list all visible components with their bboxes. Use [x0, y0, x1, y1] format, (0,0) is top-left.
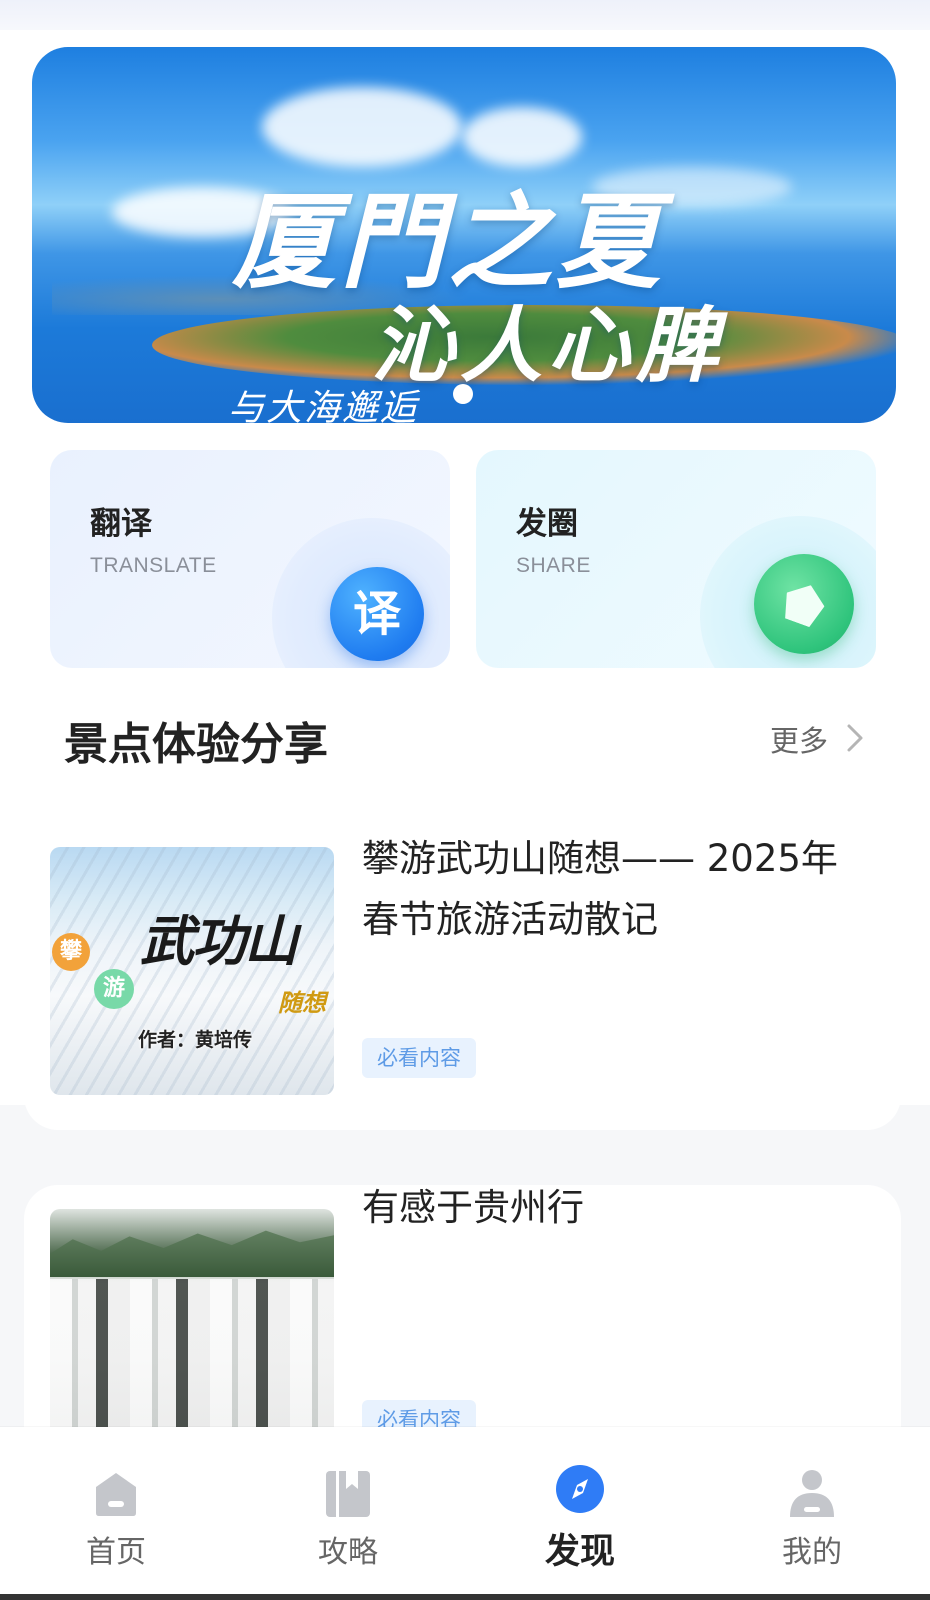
article-tag: 必看内容	[362, 1038, 476, 1078]
translate-subtitle: TRANSLATE	[90, 554, 217, 577]
bottom-navigation: 首页 攻略 发现 我的	[0, 1427, 930, 1594]
article-thumbnail: 攀 游 武功山 随想 作者：黄培传	[50, 847, 334, 1095]
thumbnail-badge: 游	[94, 969, 134, 1009]
nav-label: 首页	[86, 1535, 146, 1570]
article-thumbnail	[50, 1209, 334, 1457]
nav-item-guide[interactable]: 攻略	[232, 1427, 464, 1594]
nav-label: 攻略	[318, 1535, 378, 1570]
promo-banner[interactable]: 厦門之夏 沁人心脾 与大海邂逅	[32, 47, 896, 423]
article-title: 攀游武功山随想—— 2025年春节旅游活动散记	[362, 837, 838, 941]
more-link[interactable]: 更多	[770, 718, 828, 760]
thumbnail-title: 武功山	[140, 909, 298, 973]
thumbnail-trees	[50, 1230, 334, 1277]
thumbnail-subtitle: 随想	[278, 988, 326, 1017]
share-title: 发圈	[516, 506, 578, 542]
nav-label: 发现	[544, 1532, 615, 1572]
chevron-right-icon[interactable]	[844, 722, 866, 754]
translate-icon: 译	[330, 567, 424, 661]
nav-item-home[interactable]: 首页	[0, 1427, 232, 1594]
camera-aperture-icon	[754, 554, 854, 654]
nav-label: 我的	[782, 1535, 842, 1570]
guide-book-icon	[326, 1471, 370, 1517]
compass-icon	[556, 1465, 604, 1513]
share-card[interactable]: 发圈 SHARE	[476, 450, 876, 668]
section-title: 景点体验分享	[64, 719, 328, 770]
thumbnail-author: 作者：黄培传	[138, 1029, 253, 1051]
nav-item-profile[interactable]: 我的	[696, 1427, 928, 1594]
translate-card[interactable]: 翻译 TRANSLATE 译	[50, 450, 450, 668]
nav-item-discover[interactable]: 发现	[464, 1427, 696, 1594]
share-subtitle: SHARE	[516, 554, 591, 577]
home-icon	[96, 1473, 136, 1516]
banner-subtitle: 沁人心脾	[372, 298, 724, 394]
aperture-center	[778, 578, 829, 629]
user-icon	[790, 1470, 834, 1517]
carousel-indicator[interactable]	[453, 384, 473, 404]
article-card[interactable]: 攀 游 武功山 随想 作者：黄培传 攀游武功山随想—— 2025年春节旅游活动散…	[24, 790, 901, 1130]
article-title: 有感于贵州行	[362, 1186, 584, 1229]
thumbnail-badge: 攀	[52, 933, 90, 971]
translate-title: 翻译	[90, 506, 152, 542]
system-bar	[0, 1594, 930, 1600]
status-bar	[0, 0, 930, 30]
banner-cloud	[262, 87, 462, 167]
banner-tagline: 与大海邂逅	[228, 388, 419, 423]
